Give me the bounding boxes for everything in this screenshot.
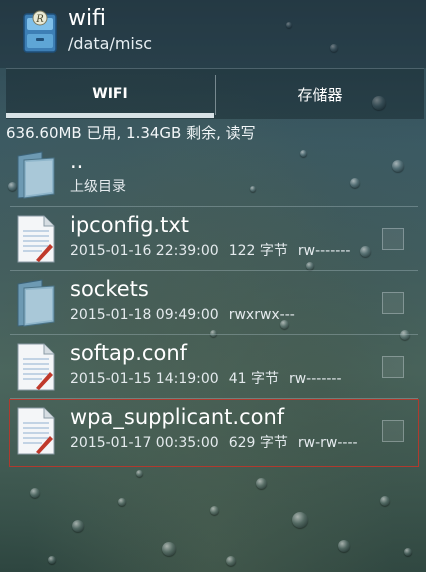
file-meta: 2015-01-16 22:39:00 122 字节 rw------- <box>70 242 360 260</box>
select-checkbox[interactable] <box>382 420 404 442</box>
text-file-icon <box>17 215 55 263</box>
file-meta: 2015-01-18 09:49:00 rwxrwx--- <box>70 306 305 324</box>
list-item-file[interactable]: ipconfig.txt 2015-01-16 22:39:00 122 字节 rw… <box>10 208 418 270</box>
storage-info: 636.60MB 已用, 1.34GB 剩余, 读写 <box>6 124 256 142</box>
file-manager-app-icon[interactable]: R <box>22 10 58 54</box>
file-date: 2015-01-17 00:35:00 <box>70 435 219 451</box>
file-name: wpa_supplicant.conf <box>70 405 285 429</box>
active-tab-indicator <box>6 113 214 118</box>
action-bar: R wifi /data/misc <box>0 0 426 68</box>
file-date: 2015-01-16 22:39:00 <box>70 243 219 259</box>
file-size: 122 字节 <box>228 243 288 259</box>
file-desc: 上级目录 <box>70 179 126 195</box>
file-size: 629 字节 <box>228 435 288 451</box>
current-path: /data/misc <box>68 34 152 53</box>
file-permissions: rw-rw---- <box>297 435 358 451</box>
file-permissions: rw------- <box>297 243 351 259</box>
file-meta: 2015-01-15 14:19:00 41 字节 rw------- <box>70 370 352 388</box>
file-permissions: rwxrwx--- <box>228 307 295 323</box>
text-file-icon <box>17 407 55 455</box>
file-size: 41 字节 <box>228 371 279 387</box>
select-checkbox[interactable] <box>382 228 404 250</box>
select-checkbox[interactable] <box>382 292 404 314</box>
row-divider <box>10 270 418 271</box>
svg-text:R: R <box>35 14 44 25</box>
file-date: 2015-01-18 09:49:00 <box>70 307 219 323</box>
file-name: ipconfig.txt <box>70 213 189 237</box>
app-title: wifi <box>68 6 106 31</box>
tab-wifi[interactable]: WIFI <box>6 69 214 119</box>
list-item-file[interactable]: softap.conf 2015-01-15 14:19:00 41 字节 rw--… <box>10 336 418 398</box>
folder-icon <box>17 279 55 327</box>
folder-icon <box>17 151 55 199</box>
file-name: sockets <box>70 277 149 301</box>
row-divider <box>10 334 418 335</box>
list-item-folder[interactable]: sockets 2015-01-18 09:49:00 rwxrwx--- <box>10 272 418 334</box>
file-meta: 2015-01-17 00:35:00 629 字节 rw-rw---- <box>70 434 368 452</box>
select-checkbox[interactable] <box>382 356 404 378</box>
list-item-parent-dir[interactable]: .. 上级目录 <box>10 144 418 206</box>
file-permissions: rw------- <box>288 371 342 387</box>
list-item-file-selected[interactable]: wpa_supplicant.conf 2015-01-17 00:35:00 6… <box>9 399 419 467</box>
file-date: 2015-01-15 14:19:00 <box>70 371 219 387</box>
file-name: .. <box>70 149 84 173</box>
tab-storage[interactable]: 存储器 <box>216 69 424 119</box>
row-divider <box>10 206 418 207</box>
text-file-icon <box>17 343 55 391</box>
tab-bar: WIFI 存储器 <box>6 68 424 119</box>
row-divider <box>10 398 418 399</box>
file-name: softap.conf <box>70 341 188 365</box>
